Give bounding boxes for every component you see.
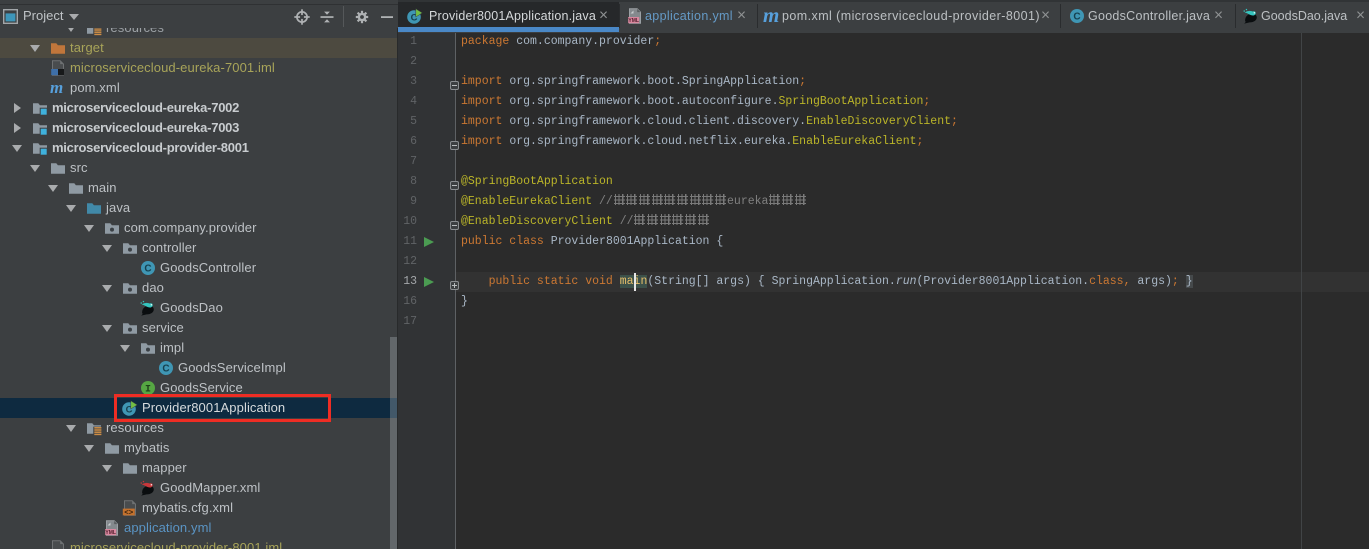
svg-text:C: C [162,364,169,375]
svg-text:C: C [1073,12,1080,23]
svg-text:C: C [144,264,151,275]
svg-text:YML: YML [628,18,639,24]
svg-text:YML: YML [105,530,116,536]
svg-text:<>: <> [124,509,134,516]
